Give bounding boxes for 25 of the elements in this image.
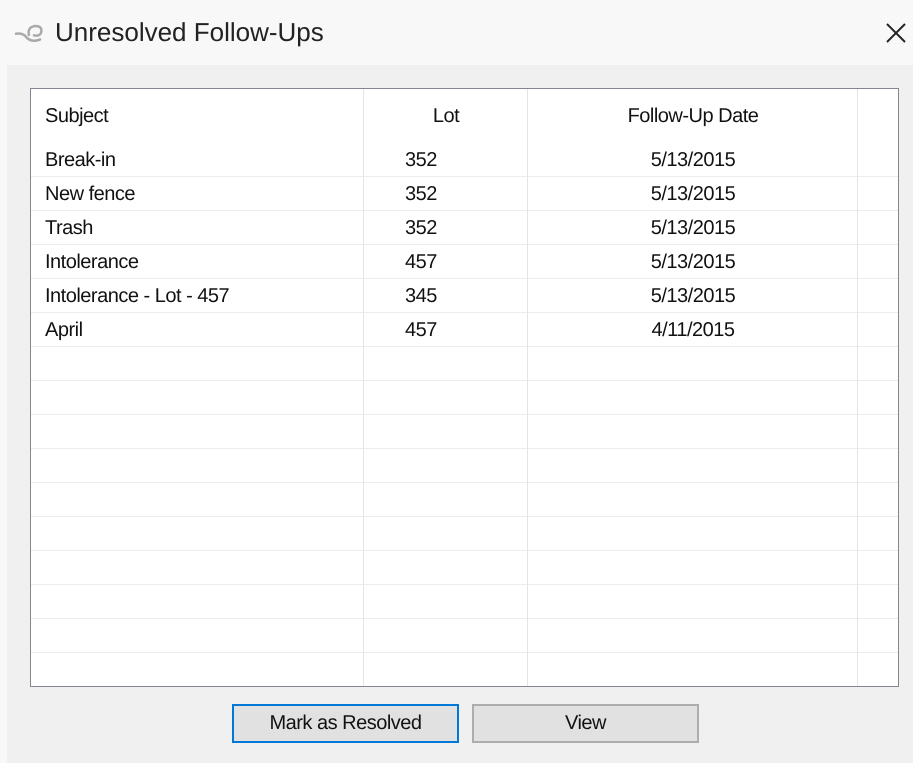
resolve-button[interactable]: Mark as Resolved: [232, 704, 459, 743]
column-header[interactable]: Lot: [364, 89, 528, 143]
table-cell-text: 5/13/2015: [650, 250, 736, 274]
table-cell-text: 352: [404, 182, 438, 206]
table-cell-text: 457: [404, 318, 438, 342]
close-icon[interactable]: [885, 22, 907, 44]
table-cell-text: 352: [404, 216, 438, 240]
column-header[interactable]: Follow-Up Date: [528, 89, 858, 143]
table-cell-text: 457: [404, 250, 438, 274]
table-cell-text: Trash: [44, 216, 94, 240]
table-cell-text: 4/11/2015: [650, 318, 736, 342]
table-cell-text: 352: [404, 148, 438, 172]
table-cell-text: 5/13/2015: [650, 216, 736, 240]
table-cell-text: 345: [404, 284, 438, 308]
column-header[interactable]: Subject: [31, 89, 364, 143]
table-cell-text: April: [44, 318, 84, 342]
table-cell-text: Intolerance: [44, 250, 140, 274]
view-button[interactable]: View: [472, 704, 699, 743]
table-cell-text: Break-in: [44, 148, 116, 172]
table-cell-text: 5/13/2015: [650, 148, 736, 172]
table-cell-text: Intolerance - Lot - 457: [44, 284, 230, 308]
table-cell-text: 5/13/2015: [650, 182, 736, 206]
table-cell-text: 5/13/2015: [650, 284, 736, 308]
window-title: Unresolved Follow-Ups: [55, 17, 324, 48]
table-cell-text: New fence: [44, 182, 136, 206]
